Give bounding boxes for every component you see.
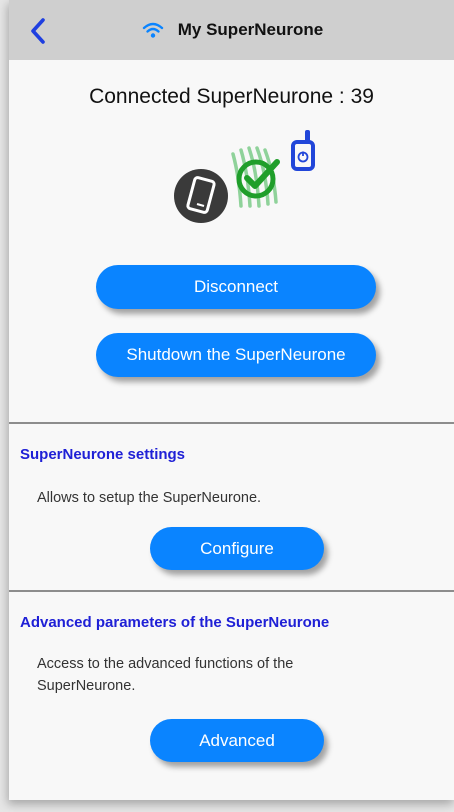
advanced-button[interactable]: Advanced xyxy=(150,719,324,762)
configure-button[interactable]: Configure xyxy=(150,527,324,570)
section-divider xyxy=(9,422,454,424)
back-button[interactable] xyxy=(25,16,51,46)
shutdown-button[interactable]: Shutdown the SuperNeurone xyxy=(96,333,376,377)
connected-device-title: Connected SuperNeurone : 39 xyxy=(89,85,374,108)
connection-status-graphic xyxy=(174,130,315,223)
settings-section-description: Allows to setup the SuperNeurone. xyxy=(37,490,262,506)
nav-title: My SuperNeurone xyxy=(177,20,324,39)
wifi-icon xyxy=(142,22,163,38)
nav-title-group: My SuperNeurone xyxy=(142,20,323,40)
device-icon xyxy=(291,130,315,171)
shutdown-button-label: Shutdown the SuperNeurone xyxy=(126,345,346,364)
advanced-section-title: Advanced parameters of the SuperNeurone xyxy=(20,614,330,631)
disconnect-button[interactable]: Disconnect xyxy=(96,265,376,309)
settings-section-title: SuperNeurone settings xyxy=(20,446,186,463)
advanced-section-description: Access to the advanced functions of the … xyxy=(37,653,293,697)
navigation-bar: My SuperNeurone xyxy=(9,0,454,60)
chevron-left-icon xyxy=(31,18,45,44)
app-screen: My SuperNeurone Connected SuperNeurone :… xyxy=(9,0,454,800)
phone-icon xyxy=(174,169,228,223)
advanced-button-label: Advanced xyxy=(199,730,275,750)
advanced-description-line1: Access to the advanced functions of the xyxy=(37,656,294,672)
configure-button-label: Configure xyxy=(200,538,274,558)
disconnect-button-label: Disconnect xyxy=(193,277,279,296)
advanced-description-line2: SuperNeurone. xyxy=(37,678,136,694)
section-divider xyxy=(9,590,454,592)
